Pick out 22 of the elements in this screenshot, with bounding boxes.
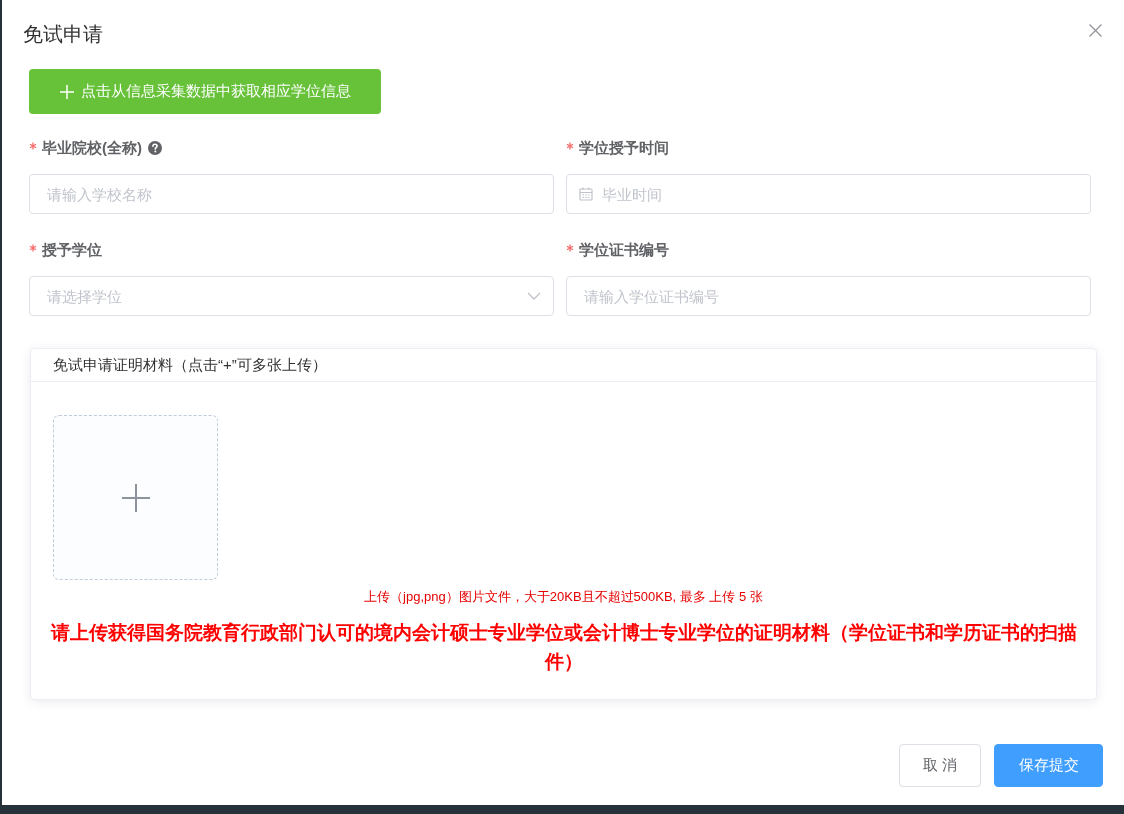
upload-notice: 请上传获得国务院教育行政部门认可的境内会计硕士专业学位或会计博士专业学位的证明材料（学位证书和学历证书的扫描件） bbox=[49, 621, 1078, 674]
text-input[interactable]: 请输入学校名称 bbox=[29, 174, 554, 214]
date-input[interactable]: 毕业时间 bbox=[566, 174, 1091, 214]
plus-icon bbox=[121, 483, 150, 512]
plus-icon bbox=[59, 84, 74, 99]
submit-button[interactable]: 保存提交 bbox=[994, 744, 1103, 787]
card-title: 免试申请证明材料（点击“+”可多张上传） bbox=[53, 355, 327, 375]
field-label: 学位授予时间 bbox=[579, 138, 669, 158]
close-button[interactable] bbox=[1089, 24, 1102, 37]
calendar-icon bbox=[579, 187, 593, 201]
help-icon[interactable] bbox=[148, 141, 162, 155]
field-label: 学位证书编号 bbox=[579, 240, 669, 260]
text-input[interactable]: 请输入学位证书编号 bbox=[566, 276, 1091, 316]
cancel-button[interactable]: 取 消 bbox=[899, 744, 981, 787]
chevron-down-icon bbox=[527, 292, 541, 300]
dialog-title: 免试申请 bbox=[23, 22, 103, 46]
upload-hint: 上传（jpg,png）图片文件，大于20KB且不超过500KB, 最多 上传 5 张 bbox=[364, 589, 763, 604]
field-label: 授予学位 bbox=[42, 240, 102, 260]
select-field[interactable]: 请选择学位 bbox=[29, 276, 554, 316]
field-label: 毕业院校(全称) bbox=[42, 138, 142, 158]
fetch-info-button[interactable]: 点击从信息采集数据中获取相应学位信息 bbox=[29, 69, 381, 114]
close-icon bbox=[1089, 24, 1102, 37]
